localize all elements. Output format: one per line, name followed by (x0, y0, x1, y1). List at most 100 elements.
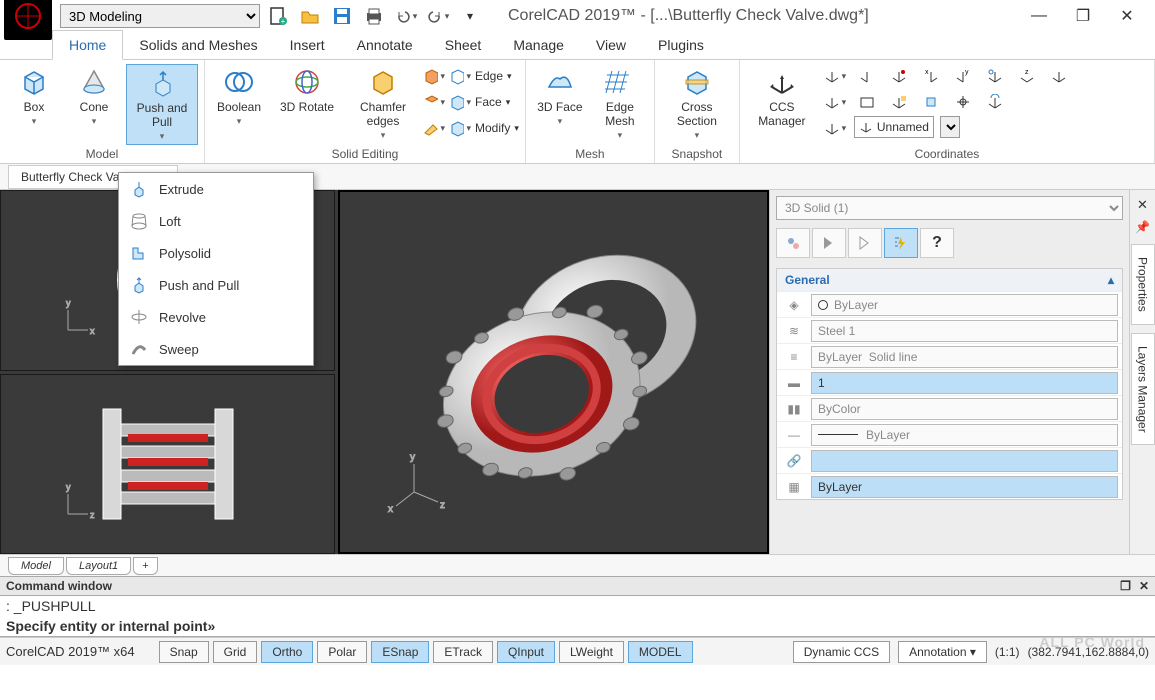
qat-customize-icon[interactable]: ▾ (456, 2, 484, 30)
ccs-world-icon[interactable] (854, 64, 880, 88)
ccs-y-icon[interactable]: y (950, 64, 976, 88)
sidetab-properties[interactable]: Properties (1131, 244, 1155, 325)
undo-icon[interactable] (392, 2, 420, 30)
close-button[interactable]: ✕ (1107, 2, 1147, 30)
edge2-icon[interactable] (449, 65, 471, 87)
tab-solids-meshes[interactable]: Solids and Meshes (123, 31, 273, 59)
dropdown-extrude[interactable]: Extrude (119, 173, 313, 205)
viewport-main[interactable]: z y x (338, 190, 769, 554)
prop-hyperlink[interactable] (811, 450, 1118, 472)
ccs-view-icon[interactable] (854, 90, 880, 114)
ccs-manager-button[interactable]: CCS Manager (746, 64, 818, 130)
status-esnap[interactable]: ESnap (371, 641, 429, 663)
ccs-x-icon[interactable]: x (918, 64, 944, 88)
ccs-3p-icon[interactable] (1046, 64, 1072, 88)
ccs-icon-1[interactable] (822, 64, 848, 88)
status-lweight[interactable]: LWeight (559, 641, 624, 663)
dropdown-loft[interactable]: Loft (119, 205, 313, 237)
status-model[interactable]: MODEL (628, 641, 693, 663)
viewport[interactable]: xy (0, 190, 769, 554)
status-grid[interactable]: Grid (213, 641, 258, 663)
dropdown-sweep[interactable]: Sweep (119, 333, 313, 365)
selection-type-select[interactable]: 3D Solid (1) (776, 196, 1123, 220)
sidetab-layers[interactable]: Layers Manager (1131, 333, 1155, 446)
cmd-restore-icon[interactable]: ❐ (1120, 579, 1131, 593)
maximize-button[interactable]: ❐ (1063, 2, 1103, 30)
ccs-obj-icon[interactable] (886, 90, 912, 114)
prop-transparency[interactable]: ByLayer (811, 476, 1118, 498)
tab-sheet[interactable]: Sheet (429, 31, 498, 59)
box-button[interactable]: Box▾ (6, 64, 62, 129)
ccs-up-icon[interactable] (982, 64, 1008, 88)
save-icon[interactable] (328, 2, 356, 30)
prop-layer[interactable]: Steel 1 (811, 320, 1118, 342)
ccs-origin-icon[interactable] (950, 90, 976, 114)
ccs-icon-3[interactable] (822, 116, 848, 140)
status-etrack[interactable]: ETrack (433, 641, 493, 663)
svg-text:x: x (388, 504, 393, 515)
cone-button[interactable]: Cone▾ (66, 64, 122, 129)
tab-plugins[interactable]: Plugins (642, 31, 720, 59)
ccs-rot-icon[interactable] (982, 90, 1008, 114)
edge-label: Edge (475, 69, 503, 83)
props-tool-help[interactable]: ? (920, 228, 954, 258)
cross-section-button[interactable]: Cross Section▾ (661, 64, 733, 143)
window-title: CorelCAD 2019™ - [...\Butterfly Check Va… (488, 7, 1015, 25)
viewport-bottom-left[interactable]: zy (0, 374, 335, 555)
status-qinput[interactable]: QInput (497, 641, 555, 663)
model-tab[interactable]: Model (8, 557, 64, 575)
command-prompt[interactable]: Specify entity or internal point» (0, 616, 1155, 637)
prop-linetype[interactable]: ByLayer Solid line (811, 346, 1118, 368)
ccs-prev-icon[interactable] (886, 64, 912, 88)
workspace-select[interactable]: 3D Modeling (60, 4, 260, 28)
modify-small-icon[interactable] (423, 117, 445, 139)
tab-view[interactable]: View (580, 31, 642, 59)
status-annotation[interactable]: Annotation ▾ (898, 641, 987, 663)
prop-linestyle[interactable]: ByLayer (811, 424, 1118, 446)
props-tool-3[interactable] (848, 228, 882, 258)
props-tool-1[interactable] (776, 228, 810, 258)
print-icon[interactable] (360, 2, 388, 30)
status-snap[interactable]: Snap (159, 641, 209, 663)
ccs-unnamed-select[interactable] (940, 116, 960, 138)
tab-insert[interactable]: Insert (274, 31, 341, 59)
push-pull-button[interactable]: Push and Pull▾ (126, 64, 198, 145)
cmd-close-icon[interactable]: ✕ (1139, 579, 1149, 593)
add-layout-tab[interactable]: + (133, 557, 157, 575)
edge-mesh-button[interactable]: Edge Mesh▾ (592, 64, 648, 143)
sidetab-pin-icon[interactable]: 📌 (1134, 218, 1152, 236)
sidetab-close-icon[interactable]: ✕ (1134, 196, 1152, 214)
ccs-face-icon[interactable] (918, 90, 944, 114)
face2-icon[interactable] (449, 91, 471, 113)
props-section-header[interactable]: General▴ (777, 269, 1122, 291)
redo-icon[interactable] (424, 2, 452, 30)
status-dynccs[interactable]: Dynamic CCS (793, 641, 890, 663)
props-tool-2[interactable] (812, 228, 846, 258)
tab-home[interactable]: Home (52, 30, 123, 60)
ccs-unnamed-label: Unnamed (877, 120, 929, 134)
tab-manage[interactable]: Manage (497, 31, 580, 59)
tab-annotate[interactable]: Annotate (341, 31, 429, 59)
edge-small-icon[interactable] (423, 65, 445, 87)
new-file-icon[interactable]: + (264, 2, 292, 30)
props-tool-quick[interactable] (884, 228, 918, 258)
prop-color[interactable]: ByLayer (811, 294, 1118, 316)
3d-face-button[interactable]: 3D Face▾ (532, 64, 588, 129)
prop-lineweight[interactable]: 1 (811, 372, 1118, 394)
dropdown-polysolid[interactable]: Polysolid (119, 237, 313, 269)
modify2-icon[interactable] (449, 117, 471, 139)
status-ortho[interactable]: Ortho (261, 641, 313, 663)
face-small-icon[interactable] (423, 91, 445, 113)
prop-plotstyle[interactable]: ByColor (811, 398, 1118, 420)
ccs-z-icon[interactable]: z (1014, 64, 1040, 88)
ccs-icon-2[interactable] (822, 90, 848, 114)
boolean-button[interactable]: Boolean▾ (211, 64, 267, 129)
3d-rotate-button[interactable]: 3D Rotate (271, 64, 343, 116)
minimize-button[interactable]: — (1019, 2, 1059, 30)
status-polar[interactable]: Polar (317, 641, 367, 663)
dropdown-revolve[interactable]: Revolve (119, 301, 313, 333)
layout1-tab[interactable]: Layout1 (66, 557, 131, 575)
open-file-icon[interactable] (296, 2, 324, 30)
chamfer-edges-button[interactable]: Chamfer edges▾ (347, 64, 419, 143)
dropdown-push-pull[interactable]: Push and Pull (119, 269, 313, 301)
